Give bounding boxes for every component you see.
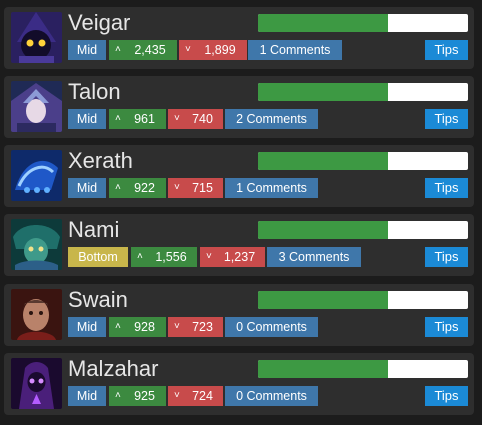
upvote-count: 925 — [134, 389, 155, 403]
champion-card: Talon Mid ˄ 961 ˅ 740 2 Comments Tips — [4, 76, 474, 138]
champion-portrait[interactable] — [11, 219, 62, 270]
upvote-button[interactable]: ˄ 1,556 — [131, 247, 197, 267]
champion-card: Malzahar Mid ˄ 925 ˅ 724 0 Comments Tips — [4, 353, 474, 415]
tips-button[interactable]: Tips — [425, 40, 468, 60]
downvote-count: 715 — [192, 181, 213, 195]
chevron-up-icon: ˄ — [115, 113, 121, 124]
champion-portrait[interactable] — [11, 150, 62, 201]
lane-badge[interactable]: Mid — [68, 317, 106, 337]
champion-list: Veigar Mid ˄ 2,435 ˅ 1,899 1 Comments Ti… — [0, 0, 482, 425]
win-rate-fill — [258, 14, 389, 32]
downvote-button[interactable]: ˅ 740 — [168, 109, 223, 129]
win-rate-fill — [258, 360, 389, 378]
champion-portrait[interactable] — [11, 12, 62, 63]
upvote-count: 961 — [134, 112, 155, 126]
downvote-count: 1,899 — [204, 43, 236, 57]
tips-button[interactable]: Tips — [425, 247, 468, 267]
upvote-count: 2,435 — [134, 43, 166, 57]
win-rate-fill — [258, 221, 389, 239]
downvote-count: 740 — [192, 112, 213, 126]
win-rate-bar — [258, 83, 468, 101]
champion-name[interactable]: Veigar — [68, 10, 130, 36]
chevron-up-icon: ˄ — [115, 182, 121, 193]
downvote-count: 723 — [192, 320, 213, 334]
upvote-button[interactable]: ˄ 922 — [109, 178, 166, 198]
downvote-button[interactable]: ˅ 715 — [168, 178, 223, 198]
tips-button[interactable]: Tips — [425, 386, 468, 406]
champion-name[interactable]: Swain — [68, 287, 128, 313]
lane-badge[interactable]: Mid — [68, 178, 106, 198]
champion-name[interactable]: Malzahar — [68, 356, 158, 382]
champion-name[interactable]: Xerath — [68, 148, 133, 174]
champion-name[interactable]: Talon — [68, 79, 121, 105]
comments-link[interactable]: 3 Comments — [267, 247, 361, 267]
champion-card: Veigar Mid ˄ 2,435 ˅ 1,899 1 Comments Ti… — [4, 7, 474, 69]
chevron-down-icon: ˅ — [185, 44, 191, 55]
champion-portrait[interactable] — [11, 81, 62, 132]
chevron-down-icon: ˅ — [174, 390, 180, 401]
upvote-button[interactable]: ˄ 2,435 — [109, 40, 177, 60]
comments-link[interactable]: 0 Comments — [225, 386, 318, 406]
comments-link[interactable]: 1 Comments — [248, 40, 342, 60]
upvote-count: 922 — [134, 181, 155, 195]
win-rate-fill — [258, 152, 389, 170]
win-rate-bar — [258, 14, 468, 32]
lane-badge[interactable]: Mid — [68, 386, 106, 406]
lane-badge[interactable]: Mid — [68, 109, 106, 129]
chevron-down-icon: ˅ — [174, 182, 180, 193]
champion-portrait[interactable] — [11, 289, 62, 340]
win-rate-bar — [258, 221, 468, 239]
champion-card: Nami Bottom ˄ 1,556 ˅ 1,237 3 Comments T… — [4, 214, 474, 276]
upvote-count: 1,556 — [155, 250, 187, 264]
chevron-up-icon: ˄ — [115, 390, 121, 401]
upvote-button[interactable]: ˄ 925 — [109, 386, 166, 406]
comments-link[interactable]: 2 Comments — [225, 109, 318, 129]
lane-badge[interactable]: Bottom — [68, 247, 128, 267]
champion-card: Swain Mid ˄ 928 ˅ 723 0 Comments Tips — [4, 284, 474, 346]
tips-button[interactable]: Tips — [425, 109, 468, 129]
champion-name[interactable]: Nami — [68, 217, 119, 243]
win-rate-fill — [258, 83, 389, 101]
chevron-down-icon: ˅ — [206, 251, 212, 262]
downvote-button[interactable]: ˅ 1,237 — [200, 247, 265, 267]
downvote-button[interactable]: ˅ 724 — [168, 386, 223, 406]
chevron-up-icon: ˄ — [137, 251, 143, 262]
win-rate-fill — [258, 291, 389, 309]
champion-card: Xerath Mid ˄ 922 ˅ 715 1 Comments Tips — [4, 145, 474, 207]
chevron-up-icon: ˄ — [115, 44, 121, 55]
upvote-button[interactable]: ˄ 928 — [109, 317, 166, 337]
downvote-button[interactable]: ˅ 723 — [168, 317, 223, 337]
downvote-count: 724 — [192, 389, 213, 403]
champion-portrait[interactable] — [11, 358, 62, 409]
chevron-down-icon: ˅ — [174, 321, 180, 332]
comments-link[interactable]: 0 Comments — [225, 317, 318, 337]
downvote-button[interactable]: ˅ 1,899 — [179, 40, 247, 60]
tips-button[interactable]: Tips — [425, 178, 468, 198]
win-rate-bar — [258, 152, 468, 170]
upvote-count: 928 — [134, 320, 155, 334]
win-rate-bar — [258, 291, 468, 309]
chevron-up-icon: ˄ — [115, 321, 121, 332]
win-rate-bar — [258, 360, 468, 378]
comments-link[interactable]: 1 Comments — [225, 178, 318, 198]
tips-button[interactable]: Tips — [425, 317, 468, 337]
lane-badge[interactable]: Mid — [68, 40, 106, 60]
chevron-down-icon: ˅ — [174, 113, 180, 124]
downvote-count: 1,237 — [223, 250, 256, 264]
upvote-button[interactable]: ˄ 961 — [109, 109, 166, 129]
